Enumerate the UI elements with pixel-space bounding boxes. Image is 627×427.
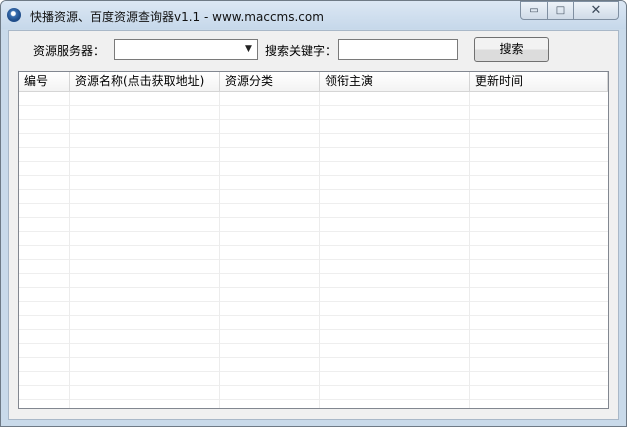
dropdown-arrow-icon[interactable]: ▼ (240, 40, 257, 59)
app-icon (7, 8, 21, 22)
column-gridline (219, 92, 220, 408)
column-gridline (469, 92, 470, 408)
maximize-button[interactable]: □ (547, 1, 574, 20)
column-gridline (69, 92, 70, 408)
server-select[interactable]: ▼ (114, 39, 258, 60)
column-header-category[interactable]: 资源分类 (220, 72, 320, 91)
close-button[interactable]: ✕ (573, 1, 619, 20)
column-header-name[interactable]: 资源名称(点击获取地址) (70, 72, 220, 91)
close-icon: ✕ (590, 3, 602, 18)
column-gridline (319, 92, 320, 408)
minimize-icon: ▭ (529, 5, 539, 16)
search-button[interactable]: 搜索 (474, 37, 549, 62)
maximize-icon: □ (555, 5, 566, 16)
column-header-updated[interactable]: 更新时间 (470, 72, 608, 91)
client-area: 资源服务器： ▼ 搜索关键字： 搜索 编号 资源名称(点击获取地址) 资源分类 … (8, 30, 619, 420)
keyword-label: 搜索关键字： (265, 44, 338, 58)
window-title: 快播资源、百度资源查询器v1.1 - www.maccms.com (30, 10, 324, 24)
list-body[interactable] (19, 92, 608, 408)
minimize-button[interactable]: ▭ (520, 1, 548, 20)
keyword-input[interactable] (338, 39, 458, 60)
title-bar[interactable]: 快播资源、百度资源查询器v1.1 - www.maccms.com ▭ □ ✕ (1, 1, 626, 29)
server-label: 资源服务器： (33, 44, 106, 58)
results-list[interactable]: 编号 资源名称(点击获取地址) 资源分类 领衔主演 更新时间 (18, 71, 609, 409)
list-header: 编号 资源名称(点击获取地址) 资源分类 领衔主演 更新时间 (19, 72, 608, 92)
column-header-starring[interactable]: 领衔主演 (320, 72, 470, 91)
app-window: 快播资源、百度资源查询器v1.1 - www.maccms.com ▭ □ ✕ … (0, 0, 627, 427)
column-header-id[interactable]: 编号 (19, 72, 70, 91)
